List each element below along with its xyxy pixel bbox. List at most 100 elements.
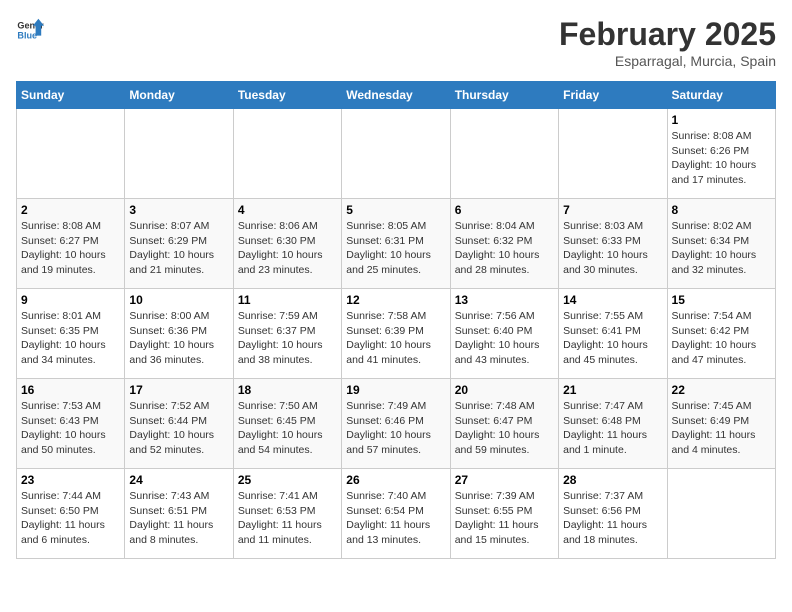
day-number: 19 — [346, 383, 445, 397]
calendar-cell: 12Sunrise: 7:58 AM Sunset: 6:39 PM Dayli… — [342, 289, 450, 379]
cell-content: Sunrise: 7:43 AM Sunset: 6:51 PM Dayligh… — [129, 489, 228, 548]
svg-text:Blue: Blue — [17, 30, 37, 40]
calendar-cell — [125, 109, 233, 199]
main-title: February 2025 — [559, 16, 776, 53]
calendar-cell: 24 Sunrise: 7:43 AM Sunset: 6:51 PM Dayli… — [125, 469, 233, 559]
cell-content: Sunrise: 8:02 AM Sunset: 6:34 PM Dayligh… — [672, 219, 771, 278]
day-number: 8 — [672, 203, 771, 217]
cell-content: Sunrise: 7:53 AM Sunset: 6:43 PM Dayligh… — [21, 399, 120, 458]
cell-content: Sunrise: 8:01 AM Sunset: 6:35 PM Dayligh… — [21, 309, 120, 368]
calendar-cell: 1Sunrise: 8:08 AM Sunset: 6:26 PM Daylig… — [667, 109, 775, 199]
calendar-cell: 23 Sunrise: 7:44 AM Sunset: 6:50 PM Dayli… — [17, 469, 125, 559]
calendar-cell: 25 Sunrise: 7:41 AM Sunset: 6:53 PM Dayli… — [233, 469, 341, 559]
calendar-cell: 13 Sunrise: 7:56 AM Sunset: 6:40 PM Dayli… — [450, 289, 558, 379]
calendar-week-row: 1Sunrise: 8:08 AM Sunset: 6:26 PM Daylig… — [17, 109, 776, 199]
cell-content: Sunrise: 7:40 AM Sunset: 6:54 PM Dayligh… — [346, 489, 445, 548]
cell-content: Sunrise: 8:00 AM Sunset: 6:36 PM Dayligh… — [129, 309, 228, 368]
cell-content: Sunrise: 7:49 AM Sunset: 6:46 PM Dayligh… — [346, 399, 445, 458]
cell-content: Sunrise: 8:06 AM Sunset: 6:30 PM Dayligh… — [238, 219, 337, 278]
cell-content: Sunrise: 7:55 AM Sunset: 6:41 PM Dayligh… — [563, 309, 662, 368]
day-number: 13 — [455, 293, 554, 307]
cell-content: Sunrise: 7:54 AM Sunset: 6:42 PM Dayligh… — [672, 309, 771, 368]
day-number: 20 — [455, 383, 554, 397]
day-number: 1 — [672, 113, 771, 127]
calendar-cell — [559, 109, 667, 199]
day-number: 3 — [129, 203, 228, 217]
day-number: 12 — [346, 293, 445, 307]
cell-content: Sunrise: 7:47 AM Sunset: 6:48 PM Dayligh… — [563, 399, 662, 458]
cell-content: Sunrise: 7:44 AM Sunset: 6:50 PM Dayligh… — [21, 489, 120, 548]
cell-content: Sunrise: 7:52 AM Sunset: 6:44 PM Dayligh… — [129, 399, 228, 458]
cell-content: Sunrise: 8:04 AM Sunset: 6:32 PM Dayligh… — [455, 219, 554, 278]
day-number: 28 — [563, 473, 662, 487]
day-number: 14 — [563, 293, 662, 307]
day-number: 11 — [238, 293, 337, 307]
weekday-header-tuesday: Tuesday — [233, 82, 341, 109]
calendar-cell: 8 Sunrise: 8:02 AM Sunset: 6:34 PM Daylig… — [667, 199, 775, 289]
calendar-cell: 19 Sunrise: 7:49 AM Sunset: 6:46 PM Dayli… — [342, 379, 450, 469]
weekday-header-friday: Friday — [559, 82, 667, 109]
calendar-cell: 18Sunrise: 7:50 AM Sunset: 6:45 PM Dayli… — [233, 379, 341, 469]
calendar-cell — [667, 469, 775, 559]
calendar-cell: 5 Sunrise: 8:05 AM Sunset: 6:31 PM Daylig… — [342, 199, 450, 289]
calendar-cell — [233, 109, 341, 199]
day-number: 26 — [346, 473, 445, 487]
calendar-cell — [17, 109, 125, 199]
calendar-cell: 6 Sunrise: 8:04 AM Sunset: 6:32 PM Daylig… — [450, 199, 558, 289]
cell-content: Sunrise: 7:39 AM Sunset: 6:55 PM Dayligh… — [455, 489, 554, 548]
day-number: 23 — [21, 473, 120, 487]
sub-title: Esparragal, Murcia, Spain — [559, 53, 776, 69]
day-number: 17 — [129, 383, 228, 397]
cell-content: Sunrise: 8:05 AM Sunset: 6:31 PM Dayligh… — [346, 219, 445, 278]
calendar-cell: 9 Sunrise: 8:01 AM Sunset: 6:35 PM Daylig… — [17, 289, 125, 379]
calendar-cell: 20 Sunrise: 7:48 AM Sunset: 6:47 PM Dayli… — [450, 379, 558, 469]
day-number: 4 — [238, 203, 337, 217]
day-number: 6 — [455, 203, 554, 217]
day-number: 5 — [346, 203, 445, 217]
calendar-cell: 28 Sunrise: 7:37 AM Sunset: 6:56 PM Dayli… — [559, 469, 667, 559]
weekday-header-sunday: Sunday — [17, 82, 125, 109]
cell-content: Sunrise: 7:41 AM Sunset: 6:53 PM Dayligh… — [238, 489, 337, 548]
day-number: 25 — [238, 473, 337, 487]
logo: General Blue — [16, 16, 44, 44]
day-number: 15 — [672, 293, 771, 307]
calendar-cell: 14 Sunrise: 7:55 AM Sunset: 6:41 PM Dayli… — [559, 289, 667, 379]
cell-content: Sunrise: 7:37 AM Sunset: 6:56 PM Dayligh… — [563, 489, 662, 548]
calendar-week-row: 16Sunrise: 7:53 AM Sunset: 6:43 PM Dayli… — [17, 379, 776, 469]
cell-content: Sunrise: 7:56 AM Sunset: 6:40 PM Dayligh… — [455, 309, 554, 368]
day-number: 9 — [21, 293, 120, 307]
header: General Blue February 2025 Esparragal, M… — [16, 16, 776, 69]
cell-content: Sunrise: 7:45 AM Sunset: 6:49 PM Dayligh… — [672, 399, 771, 458]
day-number: 2 — [21, 203, 120, 217]
weekday-header-wednesday: Wednesday — [342, 82, 450, 109]
calendar-cell — [342, 109, 450, 199]
calendar-cell: 17 Sunrise: 7:52 AM Sunset: 6:44 PM Dayli… — [125, 379, 233, 469]
day-number: 10 — [129, 293, 228, 307]
calendar-cell: 3Sunrise: 8:07 AM Sunset: 6:29 PM Daylig… — [125, 199, 233, 289]
calendar-cell: 16Sunrise: 7:53 AM Sunset: 6:43 PM Dayli… — [17, 379, 125, 469]
weekday-header-monday: Monday — [125, 82, 233, 109]
calendar-cell: 10 Sunrise: 8:00 AM Sunset: 6:36 PM Dayli… — [125, 289, 233, 379]
title-section: February 2025 Esparragal, Murcia, Spain — [559, 16, 776, 69]
calendar-week-row: 2 Sunrise: 8:08 AM Sunset: 6:27 PM Daylig… — [17, 199, 776, 289]
weekday-header-saturday: Saturday — [667, 82, 775, 109]
calendar-cell: 22Sunrise: 7:45 AM Sunset: 6:49 PM Dayli… — [667, 379, 775, 469]
calendar-cell: 26 Sunrise: 7:40 AM Sunset: 6:54 PM Dayli… — [342, 469, 450, 559]
logo-icon: General Blue — [16, 16, 44, 44]
weekday-header-thursday: Thursday — [450, 82, 558, 109]
cell-content: Sunrise: 7:59 AM Sunset: 6:37 PM Dayligh… — [238, 309, 337, 368]
cell-content: Sunrise: 7:48 AM Sunset: 6:47 PM Dayligh… — [455, 399, 554, 458]
calendar-cell — [450, 109, 558, 199]
day-number: 24 — [129, 473, 228, 487]
cell-content: Sunrise: 8:03 AM Sunset: 6:33 PM Dayligh… — [563, 219, 662, 278]
calendar-cell: 7 Sunrise: 8:03 AM Sunset: 6:33 PM Daylig… — [559, 199, 667, 289]
calendar-cell: 2 Sunrise: 8:08 AM Sunset: 6:27 PM Daylig… — [17, 199, 125, 289]
cell-content: Sunrise: 8:08 AM Sunset: 6:27 PM Dayligh… — [21, 219, 120, 278]
calendar-cell: 21 Sunrise: 7:47 AM Sunset: 6:48 PM Dayli… — [559, 379, 667, 469]
day-number: 21 — [563, 383, 662, 397]
day-number: 7 — [563, 203, 662, 217]
calendar-cell: 27Sunrise: 7:39 AM Sunset: 6:55 PM Dayli… — [450, 469, 558, 559]
calendar-table: SundayMondayTuesdayWednesdayThursdayFrid… — [16, 81, 776, 559]
calendar-cell: 4 Sunrise: 8:06 AM Sunset: 6:30 PM Daylig… — [233, 199, 341, 289]
calendar-cell: 11 Sunrise: 7:59 AM Sunset: 6:37 PM Dayli… — [233, 289, 341, 379]
